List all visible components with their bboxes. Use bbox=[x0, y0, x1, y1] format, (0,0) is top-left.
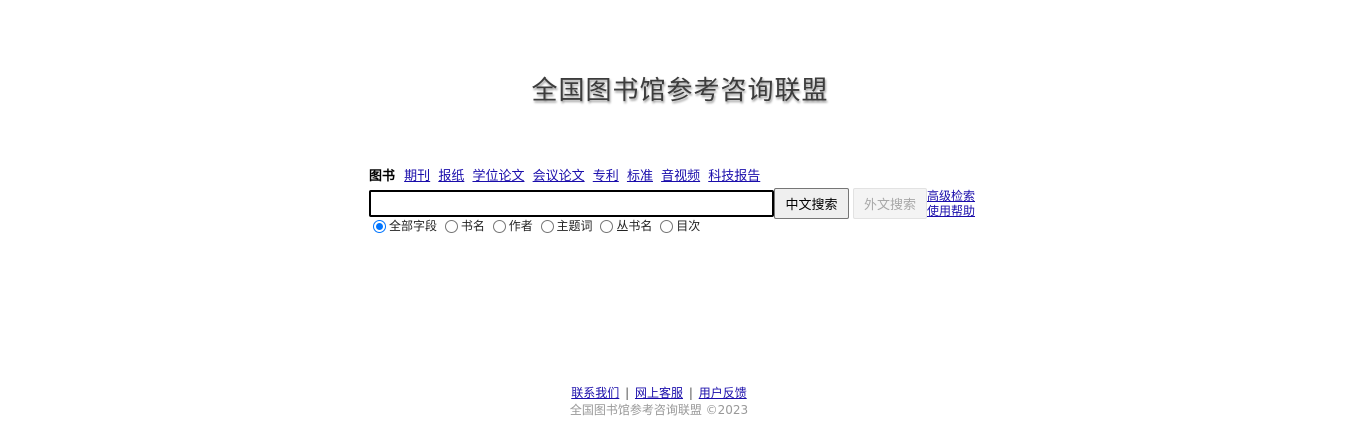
tab-newspapers[interactable]: 报纸 bbox=[438, 168, 464, 185]
footer-separator: | bbox=[625, 386, 630, 400]
tab-audio-video[interactable]: 音视频 bbox=[661, 168, 700, 185]
field-option-label: 目次 bbox=[676, 219, 701, 233]
radio-author[interactable] bbox=[492, 219, 506, 233]
online-service-link[interactable]: 网上客服 bbox=[635, 386, 683, 400]
field-option-label: 丛书名 bbox=[616, 219, 653, 233]
footer-separator: | bbox=[688, 386, 693, 400]
tab-tech-reports[interactable]: 科技报告 bbox=[708, 168, 760, 185]
footer-links: 联系我们 | 网上客服 | 用户反馈 bbox=[0, 385, 1318, 401]
radio-toc[interactable] bbox=[660, 219, 674, 233]
tab-journals[interactable]: 期刊 bbox=[404, 168, 430, 185]
radio-title[interactable] bbox=[444, 219, 458, 233]
side-links: 高级检索 使用帮助 bbox=[927, 189, 975, 219]
search-field-options: 全部字段 书名 作者 主题词 丛书名 目次 bbox=[372, 218, 703, 237]
search-input[interactable] bbox=[369, 190, 774, 217]
chinese-search-button[interactable]: 中文搜索 bbox=[774, 188, 849, 219]
field-option-label: 全部字段 bbox=[389, 219, 438, 233]
help-link[interactable]: 使用帮助 bbox=[927, 204, 975, 219]
search-type-tabs: 图书 期刊 报纸 学位论文 会议论文 专利 标准 音视频 科技报告 bbox=[369, 168, 764, 185]
field-option-subject[interactable]: 主题词 bbox=[540, 218, 596, 234]
tab-standards[interactable]: 标准 bbox=[627, 168, 653, 185]
feedback-link[interactable]: 用户反馈 bbox=[699, 386, 747, 400]
radio-all[interactable] bbox=[373, 219, 386, 233]
foreign-search-button[interactable]: 外文搜索 bbox=[853, 188, 927, 219]
tab-dissertations[interactable]: 学位论文 bbox=[472, 168, 524, 185]
field-option-label: 作者 bbox=[508, 219, 533, 233]
field-option-toc[interactable]: 目次 bbox=[659, 218, 703, 234]
field-option-label: 主题词 bbox=[556, 219, 593, 233]
field-option-series[interactable]: 丛书名 bbox=[599, 218, 655, 234]
contact-us-link[interactable]: 联系我们 bbox=[571, 386, 619, 400]
field-option-title[interactable]: 书名 bbox=[444, 218, 488, 234]
tab-books[interactable]: 图书 bbox=[369, 168, 395, 185]
field-option-label: 书名 bbox=[460, 219, 485, 233]
field-option-author[interactable]: 作者 bbox=[492, 218, 536, 234]
tab-patents[interactable]: 专利 bbox=[593, 168, 619, 185]
advanced-search-link[interactable]: 高级检索 bbox=[927, 189, 975, 204]
radio-subject[interactable] bbox=[540, 219, 554, 233]
tab-conference-papers[interactable]: 会议论文 bbox=[533, 168, 585, 185]
site-logo: 全国图书馆参考咨询联盟 bbox=[531, 76, 829, 106]
copyright-text: 全国图书馆参考咨询联盟 ©2023 bbox=[569, 403, 749, 417]
radio-series[interactable] bbox=[600, 219, 614, 233]
field-option-all[interactable]: 全部字段 bbox=[372, 218, 440, 234]
